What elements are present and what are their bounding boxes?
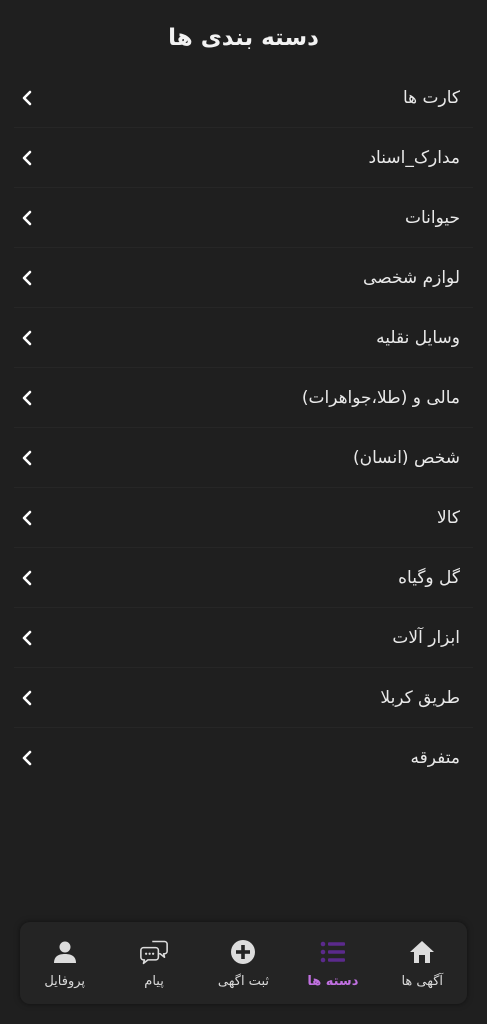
category-row-misc[interactable]: متفرقه <box>14 728 473 788</box>
chat-icon <box>140 938 168 966</box>
chevron-left-icon <box>20 390 34 406</box>
category-label: کارت ها <box>402 87 460 108</box>
chevron-left-icon <box>20 690 34 706</box>
nav-label: پروفایل <box>44 973 86 989</box>
category-label: وسایل نقلیه <box>376 327 460 348</box>
category-label: متفرقه <box>410 748 460 768</box>
category-row-goods[interactable]: کالا <box>14 488 473 548</box>
category-row-animals[interactable]: حیوانات <box>14 188 473 248</box>
nav-item-messages[interactable]: پیام <box>110 922 198 1004</box>
category-row-vehicles[interactable]: وسایل نقلیه <box>14 308 473 368</box>
category-row-person[interactable]: شخص (انسان) <box>14 428 473 488</box>
chevron-left-icon <box>20 750 34 766</box>
category-label: کالا <box>437 507 460 528</box>
category-label: حیوانات <box>404 207 460 228</box>
add-circle-icon <box>229 938 257 966</box>
nav-label: دسته ها <box>307 973 359 989</box>
bottom-navigation: آگهی ها دسته ها ثبت اگهی پیام پروفایل <box>20 922 467 1004</box>
category-label: گل وگیاه <box>398 567 460 588</box>
chevron-left-icon <box>20 270 34 286</box>
nav-item-profile[interactable]: پروفایل <box>21 922 109 1004</box>
category-label: لوازم شخصی <box>363 267 460 288</box>
category-label: مدارک_اسناد <box>368 147 460 168</box>
person-icon <box>51 938 79 966</box>
category-row-cards[interactable]: کارت ها <box>14 68 473 128</box>
screen: دسته بندی ها کارت ها مدارک_اسناد حیوانات… <box>0 0 487 1024</box>
category-label: طریق کربلا <box>380 687 460 708</box>
home-icon <box>408 938 436 966</box>
category-list: کارت ها مدارک_اسناد حیوانات لوازم شخصی و… <box>0 68 487 788</box>
category-label: ابزار آلات <box>392 627 460 648</box>
category-row-tools[interactable]: ابزار آلات <box>14 608 473 668</box>
category-row-karbala-road[interactable]: طریق کربلا <box>14 668 473 728</box>
nav-label: پیام <box>144 973 164 989</box>
category-row-personal-items[interactable]: لوازم شخصی <box>14 248 473 308</box>
chevron-left-icon <box>20 570 34 586</box>
chevron-left-icon <box>20 510 34 526</box>
category-label: مالی و (طلا،جواهرات) <box>301 387 460 408</box>
chevron-left-icon <box>20 450 34 466</box>
chevron-left-icon <box>20 630 34 646</box>
list-icon <box>319 938 347 966</box>
category-label: شخص (انسان) <box>353 447 460 468</box>
nav-label: ثبت اگهی <box>217 973 269 989</box>
chevron-left-icon <box>20 210 34 226</box>
page-title: دسته بندی ها <box>168 25 319 51</box>
chevron-left-icon <box>20 330 34 346</box>
nav-item-ads[interactable]: آگهی ها <box>378 922 466 1004</box>
category-row-financial[interactable]: مالی و (طلا،جواهرات) <box>14 368 473 428</box>
category-row-documents[interactable]: مدارک_اسناد <box>14 128 473 188</box>
nav-label: آگهی ها <box>401 973 444 989</box>
nav-item-post-ad[interactable]: ثبت اگهی <box>199 922 287 1004</box>
nav-item-categories[interactable]: دسته ها <box>289 922 377 1004</box>
chevron-left-icon <box>20 90 34 106</box>
category-row-plants[interactable]: گل وگیاه <box>14 548 473 608</box>
app-header: دسته بندی ها <box>0 0 487 78</box>
chevron-left-icon <box>20 150 34 166</box>
